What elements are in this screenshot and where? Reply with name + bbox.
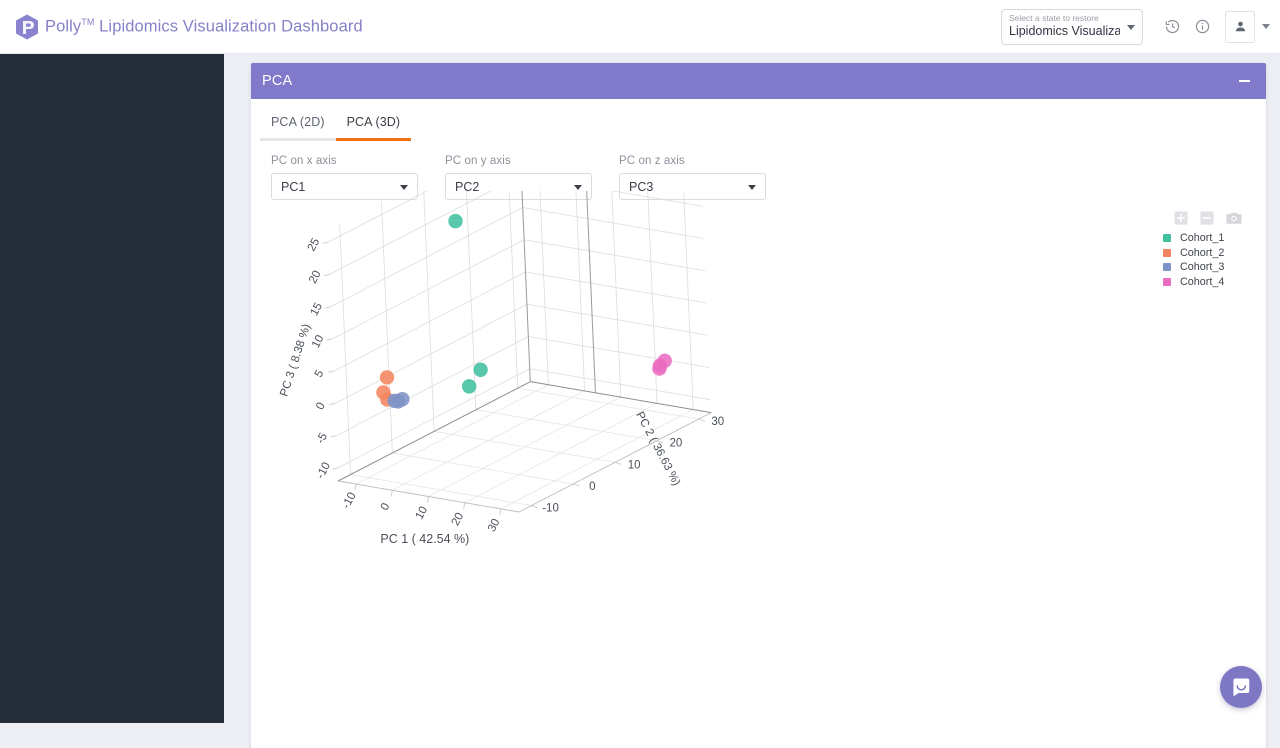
- svg-text:25: 25: [306, 236, 323, 253]
- dashboard-title: Lipidomics Visualization Dashboard: [99, 17, 363, 36]
- svg-text:20: 20: [670, 438, 683, 450]
- svg-text:20: 20: [307, 269, 324, 286]
- tab-pca-3d[interactable]: PCA (3D): [335, 115, 412, 141]
- svg-text:-5: -5: [315, 431, 330, 446]
- data-point-cohort-4-3[interactable]: [652, 361, 667, 376]
- svg-text:0: 0: [379, 501, 393, 512]
- data-point-cohort-1-3[interactable]: [461, 379, 477, 394]
- data-point-cohort-3-3[interactable]: [395, 392, 410, 407]
- chevron-down-icon: [1127, 24, 1135, 30]
- account-chevron-down-icon[interactable]: [1262, 24, 1270, 29]
- svg-text:15: 15: [308, 301, 325, 318]
- pca-panel-title: PCA: [262, 73, 293, 89]
- state-restore-value: Lipidomics Visualiza...: [1009, 23, 1120, 38]
- polly-hexagon-logo-icon: [14, 13, 40, 41]
- svg-text:0: 0: [314, 401, 328, 412]
- svg-text:10: 10: [628, 459, 641, 471]
- svg-text:-10: -10: [340, 491, 358, 511]
- chevron-down-icon: [400, 184, 408, 190]
- data-point-cohort-1-2[interactable]: [473, 362, 488, 377]
- tab-pca-2d[interactable]: PCA (2D): [260, 115, 336, 141]
- svg-text:-10: -10: [315, 461, 333, 481]
- svg-text:10: 10: [310, 333, 327, 350]
- svg-text:5: 5: [313, 368, 327, 379]
- svg-text:20: 20: [450, 511, 467, 528]
- field-label-pc-z: PC on z axis: [619, 155, 685, 167]
- pca-panel-body: PCA (2D) PCA (3D) PC on x axis PC1 PC on…: [251, 99, 1266, 748]
- field-label-pc-y: PC on y axis: [445, 155, 511, 167]
- brand-name: Polly: [45, 17, 82, 36]
- chevron-down-icon: [574, 184, 582, 190]
- svg-text:0: 0: [589, 481, 595, 493]
- page-title: PollyTM Lipidomics Visualization Dashboa…: [45, 17, 363, 37]
- main-content: PCA PCA (2D) PCA (3D) PC on x axis PC1 P…: [224, 54, 1280, 748]
- svg-text:10: 10: [414, 505, 431, 522]
- trademark-mark: TM: [81, 16, 95, 27]
- pca-panel: PCA PCA (2D) PCA (3D) PC on x axis PC1 P…: [251, 63, 1266, 748]
- scatter3d-canvas[interactable]: 25 20 15 10 5 0 -5 -10 PC 3 ( 8.38 %) -10 0 10 20 30 P…: [260, 191, 1257, 736]
- state-restore-select[interactable]: Select a state to restore Lipidomics Vis…: [1001, 8, 1143, 45]
- svg-text:PC 1 ( 42.54 %): PC 1 ( 42.54 %): [380, 532, 469, 546]
- svg-text:-10: -10: [542, 503, 559, 515]
- top-bar-actions: Select a state to restore Lipidomics Vis…: [1001, 8, 1280, 45]
- data-point-cohort-1-1[interactable]: [448, 213, 463, 229]
- field-label-pc-x: PC on x axis: [271, 155, 337, 167]
- state-restore-label: Select a state to restore: [1009, 12, 1099, 23]
- account-button[interactable]: [1225, 10, 1255, 43]
- chat-bubble-icon[interactable]: [1220, 666, 1262, 708]
- chevron-down-icon: [748, 184, 756, 190]
- info-circle-icon[interactable]: [1187, 12, 1217, 42]
- pca-3d-plot[interactable]: Cohort_1 Cohort_2 Cohort_3 Cohort_4 25 2…: [260, 191, 1257, 736]
- brand: PollyTM Lipidomics Visualization Dashboa…: [0, 13, 363, 41]
- pca-panel-header: PCA: [251, 63, 1266, 99]
- left-sidebar: [0, 54, 224, 723]
- history-restore-icon[interactable]: [1157, 12, 1187, 42]
- pca-tabs: PCA (2D) PCA (3D): [260, 99, 1257, 141]
- minimize-icon[interactable]: [1236, 73, 1252, 89]
- top-navigation-bar: PollyTM Lipidomics Visualization Dashboa…: [0, 0, 1280, 54]
- svg-text:30: 30: [486, 517, 503, 534]
- data-point-cohort-2-1[interactable]: [379, 370, 395, 385]
- svg-text:30: 30: [711, 416, 724, 428]
- svg-text:PC 3 ( 8.38 %): PC 3 ( 8.38 %): [278, 322, 313, 398]
